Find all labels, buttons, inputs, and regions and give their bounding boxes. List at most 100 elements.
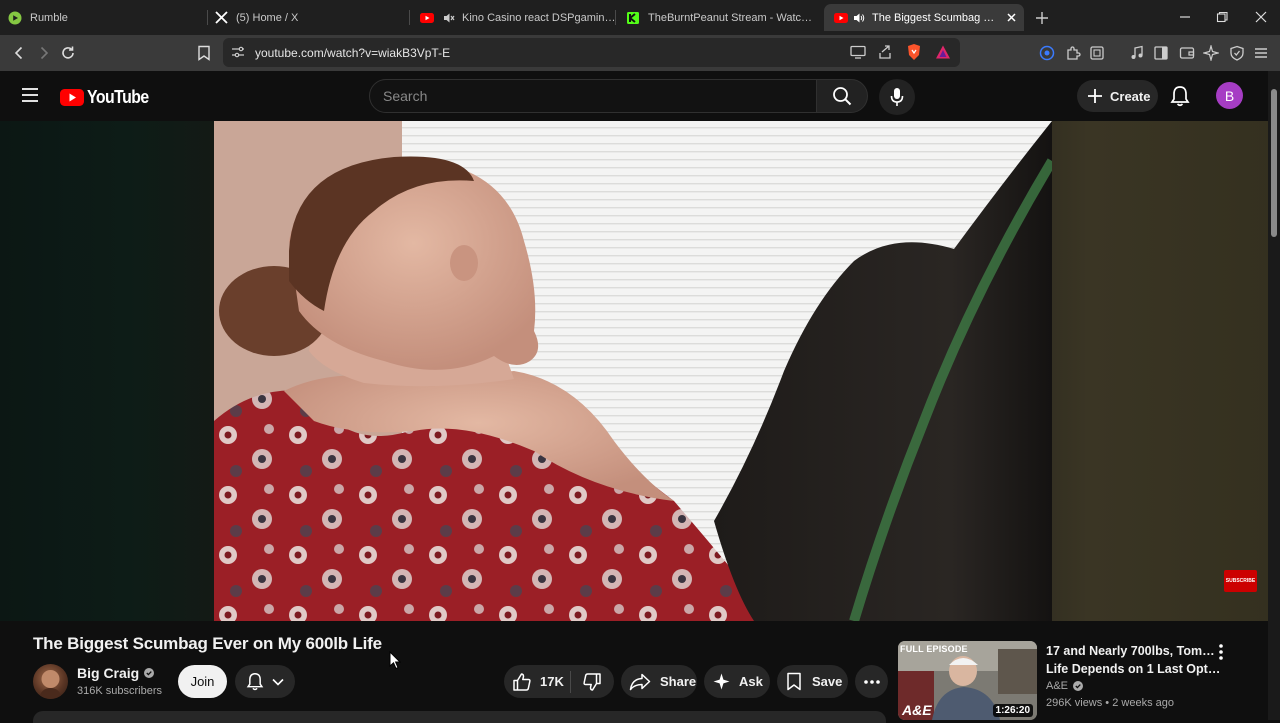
brave-rewards-icon[interactable] bbox=[934, 43, 952, 61]
channel-name-link[interactable]: Big Craig bbox=[77, 665, 155, 681]
save-button[interactable]: Save bbox=[777, 665, 848, 698]
tab-burntpeanut[interactable]: TheBurntPeanut Stream - Watch Live bbox=[626, 4, 816, 31]
shield-icon[interactable] bbox=[1228, 44, 1246, 62]
back-icon[interactable] bbox=[10, 44, 28, 62]
tab-title: Rumble bbox=[30, 11, 68, 24]
more-vertical-icon[interactable] bbox=[1219, 644, 1223, 660]
recommended-video-title[interactable]: 17 and Nearly 700lbs, Tommy's Life Depen… bbox=[1046, 642, 1221, 678]
reload-icon[interactable] bbox=[59, 44, 77, 62]
tab-biggest-scumbag[interactable]: The Biggest Scumbag Ever on My 600lb Lif… bbox=[824, 4, 1024, 31]
youtube-logo[interactable]: YouTube bbox=[60, 87, 157, 108]
share-button[interactable]: Share bbox=[621, 665, 697, 698]
address-bar[interactable]: youtube.com/watch?v=wiakB3VpT-E bbox=[223, 38, 960, 67]
video-duration: 1:26:20 bbox=[992, 704, 1033, 717]
video-title: The Biggest Scumbag Ever on My 600lb Lif… bbox=[33, 634, 382, 653]
ask-label: Ask bbox=[739, 674, 763, 689]
subscribe-watermark[interactable]: SUBSCRIBE bbox=[1224, 570, 1257, 592]
voice-search-button[interactable] bbox=[879, 79, 915, 115]
notifications-bell-icon[interactable] bbox=[1170, 85, 1190, 107]
rumble-icon bbox=[8, 11, 22, 25]
recommended-title-line2: Life Depends on 1 Last Option ... bbox=[1046, 662, 1221, 676]
minimize-icon[interactable] bbox=[1178, 10, 1192, 24]
youtube-logo-text: YouTube bbox=[87, 87, 149, 107]
sidebar-icon[interactable] bbox=[1152, 44, 1170, 62]
browser-toolbar: youtube.com/watch?v=wiakB3VpT-E bbox=[0, 35, 1280, 71]
plus-icon bbox=[1088, 89, 1102, 103]
new-tab-icon[interactable] bbox=[1033, 9, 1051, 27]
verified-icon bbox=[1073, 681, 1084, 691]
youtube-play-logo-icon bbox=[60, 89, 84, 106]
page-scrollbar[interactable] bbox=[1268, 71, 1280, 720]
speaker-icon[interactable] bbox=[852, 11, 866, 25]
recommended-channel-name: A&E bbox=[1046, 680, 1069, 692]
tab-title: (5) Home / X bbox=[236, 11, 299, 24]
create-label: Create bbox=[1110, 88, 1151, 104]
url-text: youtube.com/watch?v=wiakB3VpT-E bbox=[255, 46, 451, 60]
thumbs-down-icon bbox=[583, 672, 601, 691]
share-icon bbox=[629, 673, 651, 690]
like-dislike-bar: 17K bbox=[504, 665, 614, 698]
vpn-icon[interactable] bbox=[1038, 44, 1056, 62]
account-avatar[interactable]: B bbox=[1216, 82, 1243, 109]
mouse-cursor-icon bbox=[389, 651, 401, 670]
recommended-title-line1: 17 and Nearly 700lbs, Tommy's bbox=[1046, 644, 1221, 658]
kick-icon bbox=[626, 11, 640, 25]
more-actions-button[interactable] bbox=[855, 665, 888, 698]
tab-rumble[interactable]: Rumble bbox=[8, 4, 208, 31]
share-page-icon[interactable] bbox=[876, 43, 894, 61]
bookmark-save-icon bbox=[787, 672, 801, 691]
x-icon bbox=[214, 11, 228, 25]
subscription-notifications-button[interactable] bbox=[235, 665, 295, 698]
screenshot-icon[interactable] bbox=[1088, 44, 1106, 62]
search-button[interactable] bbox=[816, 79, 868, 113]
leo-ai-icon[interactable] bbox=[1202, 44, 1220, 62]
tab-kino-casino[interactable]: Kino Casino react DSPgamings W bbox=[420, 4, 616, 31]
dislike-button[interactable] bbox=[571, 672, 602, 692]
scrollbar-thumb[interactable] bbox=[1271, 89, 1277, 237]
search-input[interactable] bbox=[383, 80, 803, 112]
wallet-icon[interactable] bbox=[1178, 44, 1196, 62]
restore-icon[interactable] bbox=[1215, 10, 1229, 24]
close-tab-icon[interactable] bbox=[1007, 11, 1016, 25]
share-label: Share bbox=[660, 674, 697, 689]
close-window-icon[interactable] bbox=[1254, 10, 1268, 24]
ask-button[interactable]: Ask bbox=[704, 665, 770, 698]
extensions-icon[interactable] bbox=[1064, 44, 1082, 62]
ae-logo: A&E bbox=[902, 702, 932, 718]
join-button[interactable]: Join bbox=[178, 665, 227, 698]
search-icon bbox=[833, 87, 852, 106]
chevron-down-icon bbox=[272, 678, 284, 686]
thumbs-up-icon bbox=[513, 672, 531, 691]
browser-menu-icon[interactable] bbox=[1252, 44, 1270, 62]
search-box bbox=[369, 79, 817, 113]
guide-menu-icon[interactable] bbox=[21, 87, 39, 103]
youtube-icon bbox=[834, 11, 848, 25]
channel-avatar[interactable] bbox=[33, 664, 68, 699]
video-player[interactable] bbox=[214, 121, 1052, 621]
site-settings-icon[interactable] bbox=[229, 43, 247, 61]
tab-title: Kino Casino react DSPgamings W bbox=[462, 11, 616, 24]
tab-x-home[interactable]: (5) Home / X bbox=[214, 4, 410, 31]
subscriber-count: 316K subscribers bbox=[77, 685, 162, 697]
recommended-channel[interactable]: A&E bbox=[1046, 680, 1084, 692]
microphone-icon bbox=[890, 88, 904, 106]
recommended-video-meta: 296K views • 2 weeks ago bbox=[1046, 697, 1174, 709]
forward-icon[interactable] bbox=[35, 44, 53, 62]
verified-icon bbox=[144, 668, 155, 678]
channel-name: Big Craig bbox=[77, 665, 140, 681]
muted-speaker-icon[interactable] bbox=[442, 11, 456, 25]
video-frame bbox=[214, 121, 1052, 621]
like-count: 17K bbox=[540, 674, 564, 689]
like-button[interactable]: 17K bbox=[504, 672, 570, 692]
description-box[interactable] bbox=[33, 711, 886, 723]
media-controls-icon[interactable] bbox=[1128, 44, 1146, 62]
recommended-video-thumbnail[interactable]: FULL EPISODE A&E 1:26:20 bbox=[898, 641, 1037, 720]
save-label: Save bbox=[812, 674, 843, 689]
brave-shields-icon[interactable] bbox=[905, 43, 923, 61]
tab-title: The Biggest Scumbag Ever on My 600lb Lif… bbox=[872, 11, 999, 24]
full-episode-banner: FULL EPISODE bbox=[900, 644, 968, 654]
create-button[interactable]: Create bbox=[1077, 80, 1158, 112]
bookmark-icon[interactable] bbox=[195, 44, 213, 62]
sparkle-icon bbox=[713, 673, 730, 690]
cast-icon[interactable] bbox=[849, 43, 867, 61]
